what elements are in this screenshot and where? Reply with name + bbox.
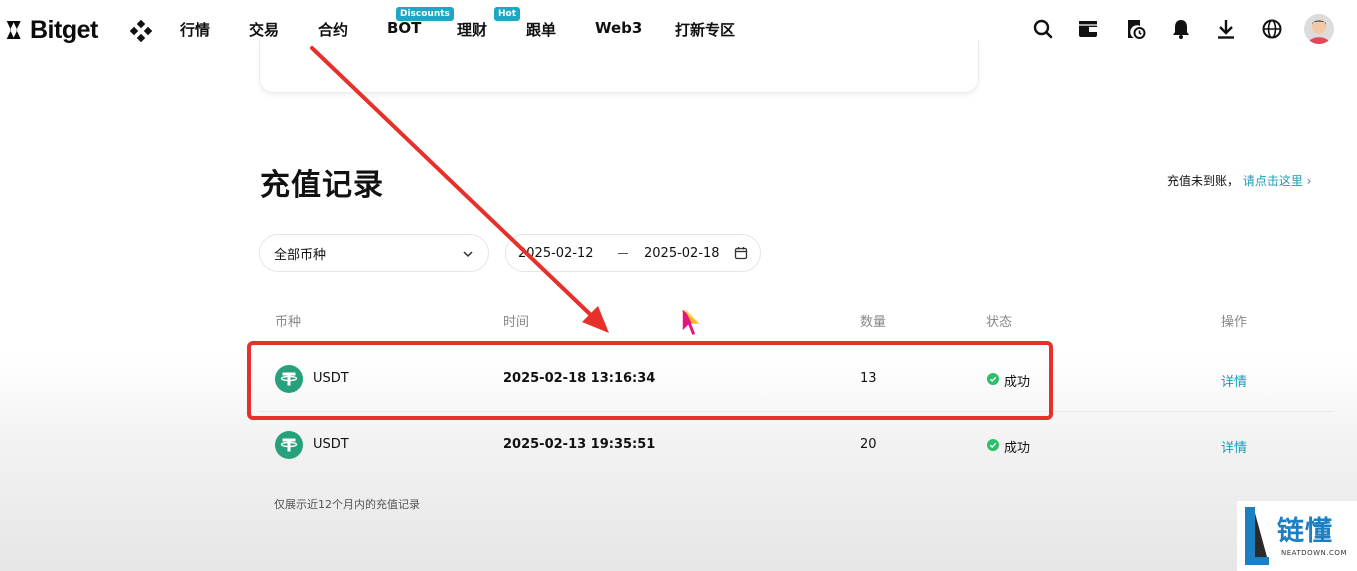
watermark-subtext: NEATDOWN.COM — [1281, 549, 1347, 557]
annotation-arrow — [310, 46, 609, 333]
mouse-cursor-icon — [681, 306, 702, 338]
neatdown-watermark: 链懂 NEATDOWN.COM — [1237, 501, 1357, 571]
watermark-text: 链懂 — [1277, 516, 1333, 547]
neatdown-logo-icon — [1245, 507, 1269, 565]
